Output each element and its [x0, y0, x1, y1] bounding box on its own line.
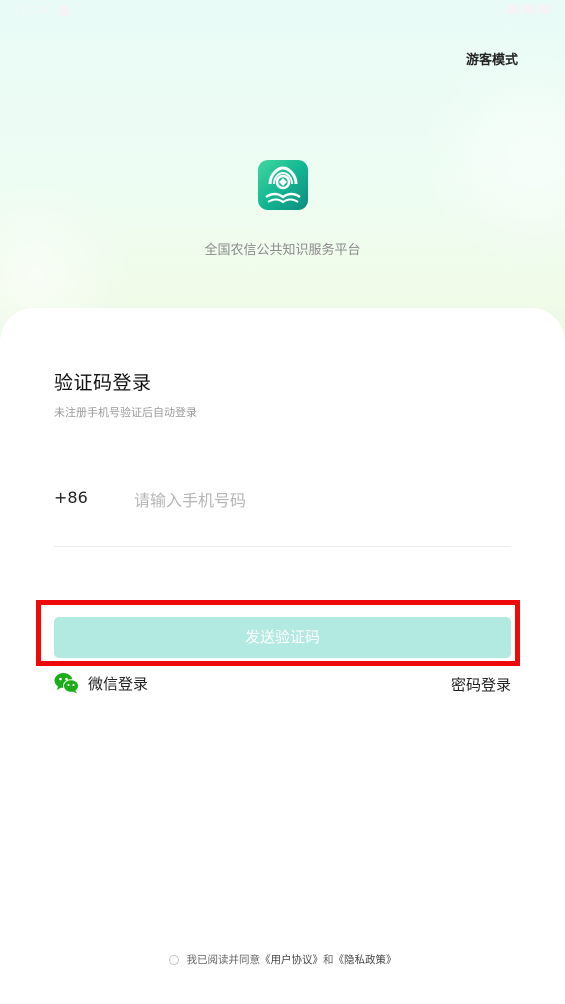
phone-input-row: +86 [54, 478, 511, 547]
login-title: 验证码登录 [54, 372, 152, 394]
signal-icon [523, 4, 535, 14]
agreement-row: 我已阅读并同意《用户协议》和《隐私政策》 [0, 952, 565, 967]
background-glow-right [420, 40, 565, 270]
agreement-checkbox[interactable] [168, 954, 179, 965]
login-screen: 11:28 游客模式 全国农信公共知识服务平台 验证码登录 未注册手机号验证后自… [0, 0, 565, 1004]
wechat-login-button[interactable]: 微信登录 [54, 672, 148, 694]
privacy-policy-link[interactable]: 《隐私政策》 [334, 954, 397, 966]
password-login-link[interactable]: 密码登录 [451, 674, 511, 695]
agreement-prefix: 我已阅读并同意 [186, 954, 261, 966]
wechat-icon [54, 673, 79, 694]
wechat-login-label: 微信登录 [88, 674, 149, 693]
wifi-icon [507, 4, 519, 14]
phone-number-input[interactable] [132, 482, 506, 518]
agreement-text: 我已阅读并同意《用户协议》和《隐私政策》 [187, 952, 397, 967]
country-code[interactable]: +86 [54, 488, 88, 507]
notification-icon [58, 5, 70, 17]
agreement-and: 和 [323, 954, 334, 966]
app-logo-icon [258, 160, 308, 210]
app-subtitle: 全国农信公共知识服务平台 [204, 243, 361, 258]
login-hint: 未注册手机号验证后自动登录 [54, 406, 197, 419]
status-time: 11:28 [16, 4, 48, 17]
status-icons [507, 4, 551, 14]
guest-mode-button[interactable]: 游客模式 [466, 49, 518, 68]
highlight-box [36, 600, 520, 666]
user-agreement-link[interactable]: 《用户协议》 [260, 954, 323, 966]
battery-icon [539, 4, 551, 14]
status-bar: 11:28 [0, 0, 565, 24]
